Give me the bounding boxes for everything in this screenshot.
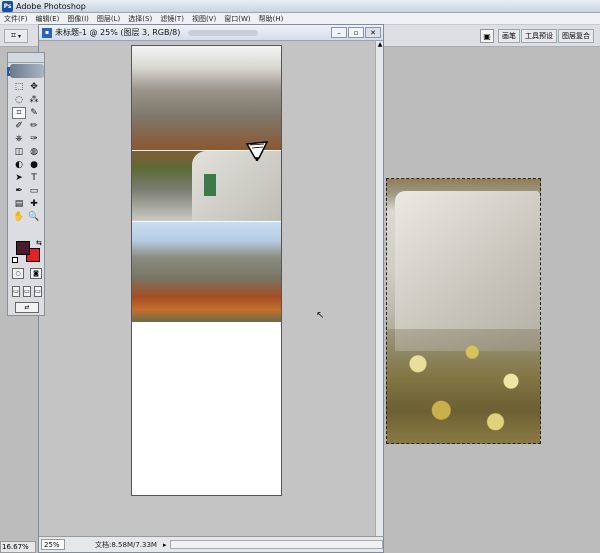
rock-inscription: [204, 174, 216, 196]
color-swatches: ⇆: [12, 239, 42, 265]
healing-brush-tool-icon[interactable]: ✐: [12, 120, 26, 132]
status-menu-arrow-icon[interactable]: ▸: [163, 541, 167, 549]
jump-to-row: ⇄: [12, 302, 42, 313]
title-bar: Ps Adobe Photoshop: [0, 0, 600, 13]
zoom-field[interactable]: 25%: [41, 539, 65, 550]
swap-colors-icon[interactable]: ⇆: [36, 239, 42, 247]
document-title: 未标题-1 @ 25% (图层 3, RGB/8): [55, 28, 181, 37]
menu-filter[interactable]: 滤镜(T): [156, 14, 188, 24]
crop-icon: ⌗: [10, 31, 17, 41]
adobe-feather-logo[interactable]: [10, 64, 44, 78]
marquee-tool-icon[interactable]: ⬚: [12, 81, 26, 93]
document-window: ▪ 未标题-1 @ 25% (图层 3, RGB/8) – ▫ ✕ ▲ 25% …: [38, 24, 384, 553]
vertical-scrollbar[interactable]: ▲: [375, 41, 383, 538]
scroll-up-arrow-icon[interactable]: ▲: [376, 41, 384, 49]
menu-view[interactable]: 视图(V): [188, 14, 220, 24]
shape-tool-icon[interactable]: ▭: [27, 185, 41, 197]
menu-window[interactable]: 窗口(W): [220, 14, 254, 24]
document-status-bar: 25% 文档:8.58M/7.33M ▸: [39, 536, 383, 552]
window-controls: – ▫ ✕: [330, 27, 381, 38]
app-title: Adobe Photoshop: [16, 1, 86, 11]
palette-tab-tool-presets[interactable]: 工具预设: [521, 29, 557, 43]
document-size: 文档:8.58M/7.33M: [95, 540, 157, 549]
crop-tool-icon[interactable]: ⌗: [12, 107, 26, 119]
floating-rock: [395, 191, 540, 351]
blurred-title-area: [188, 29, 259, 36]
hand-tool-icon[interactable]: ✋: [12, 211, 26, 223]
palette-well: ▣ 画笔 工具预设 图层复合: [480, 28, 600, 44]
full-screen-mode-icon[interactable]: ▭: [34, 286, 42, 297]
menu-edit[interactable]: 编辑(E): [32, 14, 64, 24]
screen-mode-row: ▭ ▭ ▭: [12, 286, 42, 297]
dodge-tool-icon[interactable]: ●: [27, 159, 41, 171]
eraser-cursor-icon: [245, 141, 269, 161]
document-canvas[interactable]: [131, 45, 282, 496]
lasso-tool-icon[interactable]: ◌: [12, 94, 26, 106]
palette-well-icon[interactable]: ▣: [480, 29, 494, 43]
menu-layer[interactable]: 图层(L): [93, 14, 124, 24]
blur-tool-icon[interactable]: ◐: [12, 159, 26, 171]
clone-stamp-tool-icon[interactable]: ⎈: [12, 133, 26, 145]
slice-tool-icon[interactable]: ✎: [27, 107, 41, 119]
zoom-tool-icon[interactable]: 🔍: [27, 211, 41, 223]
tool-grid: ⬚ ✥ ◌ ⁂ ⌗ ✎ ✐ ✏ ⎈ ✑ ◫ ◍ ◐ ● ➤ T ✒ ▭ ▤ ✚ …: [12, 81, 42, 223]
outer-zoom-field[interactable]: 16.67%: [0, 541, 36, 553]
menu-select[interactable]: 选择(S): [124, 14, 156, 24]
jump-to-imageready-icon[interactable]: ⇄: [15, 302, 39, 313]
standard-screen-mode-icon[interactable]: ▭: [12, 286, 20, 297]
photoshop-app-icon: Ps: [2, 0, 13, 12]
paint-bucket-tool-icon[interactable]: ◍: [27, 146, 41, 158]
mouse-pointer-icon: ↖: [316, 310, 325, 321]
tool-preset-picker[interactable]: ⌗ ▾: [4, 29, 28, 43]
pen-tool-icon[interactable]: ✒: [12, 185, 26, 197]
menu-image[interactable]: 图像(I): [63, 14, 93, 24]
eyedropper-tool-icon[interactable]: ✚: [27, 198, 41, 210]
mountain-photo-top: [132, 46, 281, 221]
default-colors-icon[interactable]: [12, 257, 18, 263]
quick-mask-mode-icon[interactable]: ◙: [30, 268, 42, 279]
menu-help[interactable]: 帮助(H): [255, 14, 288, 24]
palette-tab-brushes[interactable]: 画笔: [498, 29, 520, 43]
close-button[interactable]: ✕: [365, 27, 381, 38]
path-selection-tool-icon[interactable]: ➤: [12, 172, 26, 184]
move-tool-icon[interactable]: ✥: [27, 81, 41, 93]
magic-wand-tool-icon[interactable]: ⁂: [27, 94, 41, 106]
toolbox: A ⬚ ✥ ◌ ⁂ ⌗ ✎ ✐ ✏ ⎈ ✑ ◫ ◍ ◐ ● ➤ T ✒ ▭ ▤ …: [7, 52, 45, 316]
document-title-bar[interactable]: ▪ 未标题-1 @ 25% (图层 3, RGB/8) – ▫ ✕: [39, 25, 383, 41]
type-tool-icon[interactable]: T: [27, 172, 41, 184]
menu-file[interactable]: 文件(F): [0, 14, 32, 24]
floating-leaves: [387, 329, 540, 443]
foreground-color-swatch[interactable]: [16, 241, 30, 255]
history-brush-tool-icon[interactable]: ✑: [27, 133, 41, 145]
eraser-tool-icon[interactable]: ◫: [12, 146, 26, 158]
document-icon: ▪: [42, 27, 52, 38]
palette-tab-layer-comps[interactable]: 图层复合: [558, 29, 594, 43]
floating-image-selection[interactable]: [386, 178, 541, 444]
notes-tool-icon[interactable]: ▤: [12, 198, 26, 210]
standard-mode-icon[interactable]: ○: [12, 268, 24, 279]
maximize-button[interactable]: ▫: [348, 27, 364, 38]
minimize-button[interactable]: –: [331, 27, 347, 38]
brush-tool-icon[interactable]: ✏: [27, 120, 41, 132]
mask-mode-row: ○ ◙: [12, 268, 42, 279]
toolbox-header[interactable]: [8, 53, 44, 63]
mountain-photo-bottom: [132, 222, 281, 322]
full-screen-menu-mode-icon[interactable]: ▭: [23, 286, 31, 297]
horizontal-scrollbar[interactable]: [170, 540, 383, 549]
